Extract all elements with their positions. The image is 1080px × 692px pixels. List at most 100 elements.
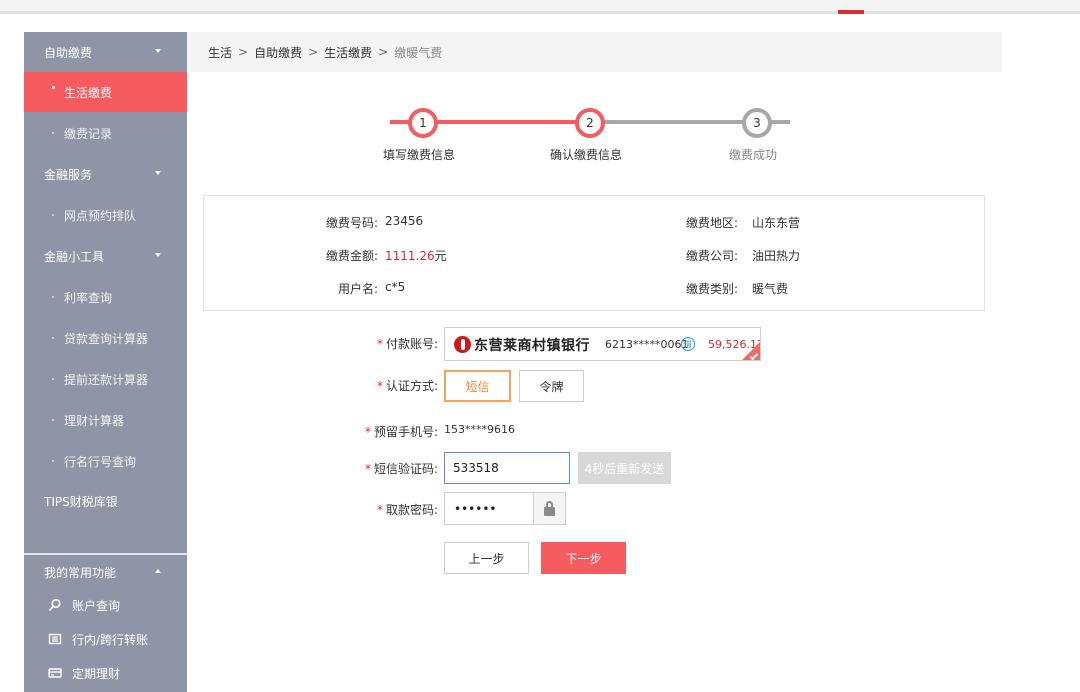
favorite-label: 账户查询 [72, 598, 121, 613]
sidebar-item-branch-queue[interactable]: 网点预约排队 [24, 195, 187, 235]
wealth-icon [48, 668, 62, 678]
breadcrumb-item-life-payment[interactable]: 生活缴费 [324, 44, 372, 61]
sidebar-item-wealth-calculator[interactable]: 理财计算器 [24, 400, 187, 440]
main-panel: 生活 > 自助缴费 > 生活缴费 > 缴暖气费 1 2 3 填写缴费信息 确认缴… [187, 32, 1002, 692]
amount-label: 缴费金额: [325, 249, 378, 263]
chevron-down-icon [155, 171, 161, 175]
sidebar-group-label: 自助缴费 [44, 45, 93, 60]
bullet-icon [52, 460, 54, 462]
required-mark: * [376, 379, 383, 393]
sidebar-item-label: 生活缴费 [64, 85, 113, 100]
password-keyboard-button[interactable] [533, 493, 565, 524]
account-number: 6213*****0061 [605, 338, 689, 351]
step-1-circle: 1 [408, 108, 438, 138]
payment-no-label: 缴费号码: [325, 216, 378, 230]
username-label: 用户名: [337, 282, 378, 296]
sidebar-item-label: 理财计算器 [64, 413, 125, 428]
breadcrumb-separator: > [308, 45, 319, 59]
password-input[interactable]: •••••• [444, 492, 566, 525]
phone-label: * 预留手机号: [318, 423, 438, 440]
breadcrumb-item-self-payment[interactable]: 自助缴费 [254, 44, 302, 61]
sidebar-group-financial-services[interactable]: 金融服务 [24, 154, 187, 194]
step-2-circle: 2 [575, 108, 605, 138]
required-mark: * [376, 503, 383, 517]
amount-unit: 元 [434, 249, 447, 263]
amount-value: 1111.26元 [385, 247, 447, 264]
sidebar-item-label: 提前还款计算器 [64, 372, 149, 387]
required-mark: * [364, 425, 371, 439]
step-3-circle: 3 [742, 108, 772, 138]
sidebar-item-payment-records[interactable]: 缴费记录 [24, 113, 187, 153]
required-mark: * [376, 337, 383, 351]
sms-code-input[interactable]: 533518 [444, 452, 570, 484]
step-1-label: 填写缴费信息 [382, 148, 455, 162]
phone-label-text: 预留手机号: [373, 425, 438, 439]
breadcrumb-separator: > [378, 45, 389, 59]
bullet-icon [52, 132, 54, 134]
resend-sms-button[interactable]: 4秒后重新发送 [578, 452, 671, 484]
lock-icon [544, 507, 555, 516]
breadcrumb-separator: > [238, 45, 249, 59]
bullet-icon [52, 378, 54, 380]
favorite-transfer[interactable]: 行内/跨行转账 [24, 622, 187, 656]
breadcrumb-item-current: 缴暖气费 [394, 45, 443, 60]
sidebar-group-label: 金融小工具 [44, 249, 105, 264]
sidebar-item-life-payment[interactable]: 生活缴费 [24, 72, 187, 112]
sidebar-item-loan-calculator[interactable]: 贷款查询计算器 [24, 318, 187, 358]
required-mark: * [364, 462, 371, 476]
auth-sms-button[interactable]: 短信 [444, 370, 511, 402]
favorite-fixed-wealth[interactable]: 定期理财 [24, 656, 187, 690]
region-value: 山东东营 [752, 216, 801, 230]
bank-logo-icon [454, 336, 471, 353]
favorite-account-query[interactable]: 账户查询 [24, 588, 187, 622]
top-bar-accent [838, 10, 864, 14]
breadcrumb-item-life[interactable]: 生活 [208, 44, 232, 61]
payment-no-value: 23456 [385, 214, 424, 228]
bullet-icon [52, 296, 54, 298]
auth-token-button[interactable]: 令牌 [519, 370, 584, 402]
sidebar-item-label: 网点预约排队 [64, 208, 137, 223]
bullet-icon [52, 337, 54, 339]
region-label: 缴费地区: [685, 216, 738, 230]
step-number: 3 [753, 116, 761, 130]
favorite-label: 行内/跨行转账 [72, 632, 149, 647]
sidebar-group-label: TIPS财税库银 [44, 494, 118, 509]
chevron-up-icon [155, 569, 161, 573]
prev-step-button[interactable]: 上一步 [444, 542, 529, 574]
amount-number: 1111.26 [385, 249, 435, 263]
sidebar-item-bank-code-query[interactable]: 行名行号查询 [24, 441, 187, 481]
step-3-label: 缴费成功 [728, 148, 777, 162]
sms-label-text: 短信验证码: [373, 462, 438, 476]
company-value: 油田热力 [752, 249, 801, 263]
bullet-icon [52, 419, 54, 421]
auth-method-label: * 认证方式: [318, 377, 438, 394]
payment-account-select[interactable]: 东营莱商村镇银行 6213*****0061 借 59,526.17 [444, 327, 761, 361]
account-label-text: 付款账号: [385, 337, 438, 351]
sidebar-item-prepayment-calculator[interactable]: 提前还款计算器 [24, 359, 187, 399]
password-mask: •••••• [454, 502, 497, 516]
sidebar-group-label: 金融服务 [44, 167, 93, 182]
account-label: * 付款账号: [318, 335, 438, 352]
step-number: 2 [586, 116, 594, 130]
category-value: 暖气费 [752, 282, 789, 296]
transfer-icon [48, 633, 62, 645]
bullet-icon [52, 214, 54, 216]
favorite-label: 定期理财 [72, 666, 121, 681]
company-label: 缴费公司: [685, 249, 738, 263]
sidebar-item-label: 行名行号查询 [64, 454, 137, 469]
chevron-down-icon [155, 49, 161, 53]
sidebar-group-self-payment[interactable]: 自助缴费 [24, 32, 187, 72]
auth-label-text: 认证方式: [385, 379, 438, 393]
bank-name: 东营莱商村镇银行 [474, 338, 590, 354]
category-label: 缴费类别: [685, 282, 738, 296]
sidebar-item-rate-query[interactable]: 利率查询 [24, 277, 187, 317]
sidebar-group-tips[interactable]: TIPS财税库银 [24, 481, 187, 521]
password-label: * 取款密码: [318, 501, 438, 518]
next-step-button[interactable]: 下一步 [541, 542, 626, 574]
sidebar-group-favorites[interactable]: 我的常用功能 [24, 552, 187, 592]
username-value: c*5 [385, 280, 406, 294]
chevron-down-icon [155, 253, 161, 257]
payment-info-box: 缴费号码: 23456 缴费金额: 1111.26元 用户名: c*5 缴费地区… [203, 195, 985, 311]
search-icon [48, 598, 61, 612]
sidebar-group-finance-tools[interactable]: 金融小工具 [24, 236, 187, 276]
